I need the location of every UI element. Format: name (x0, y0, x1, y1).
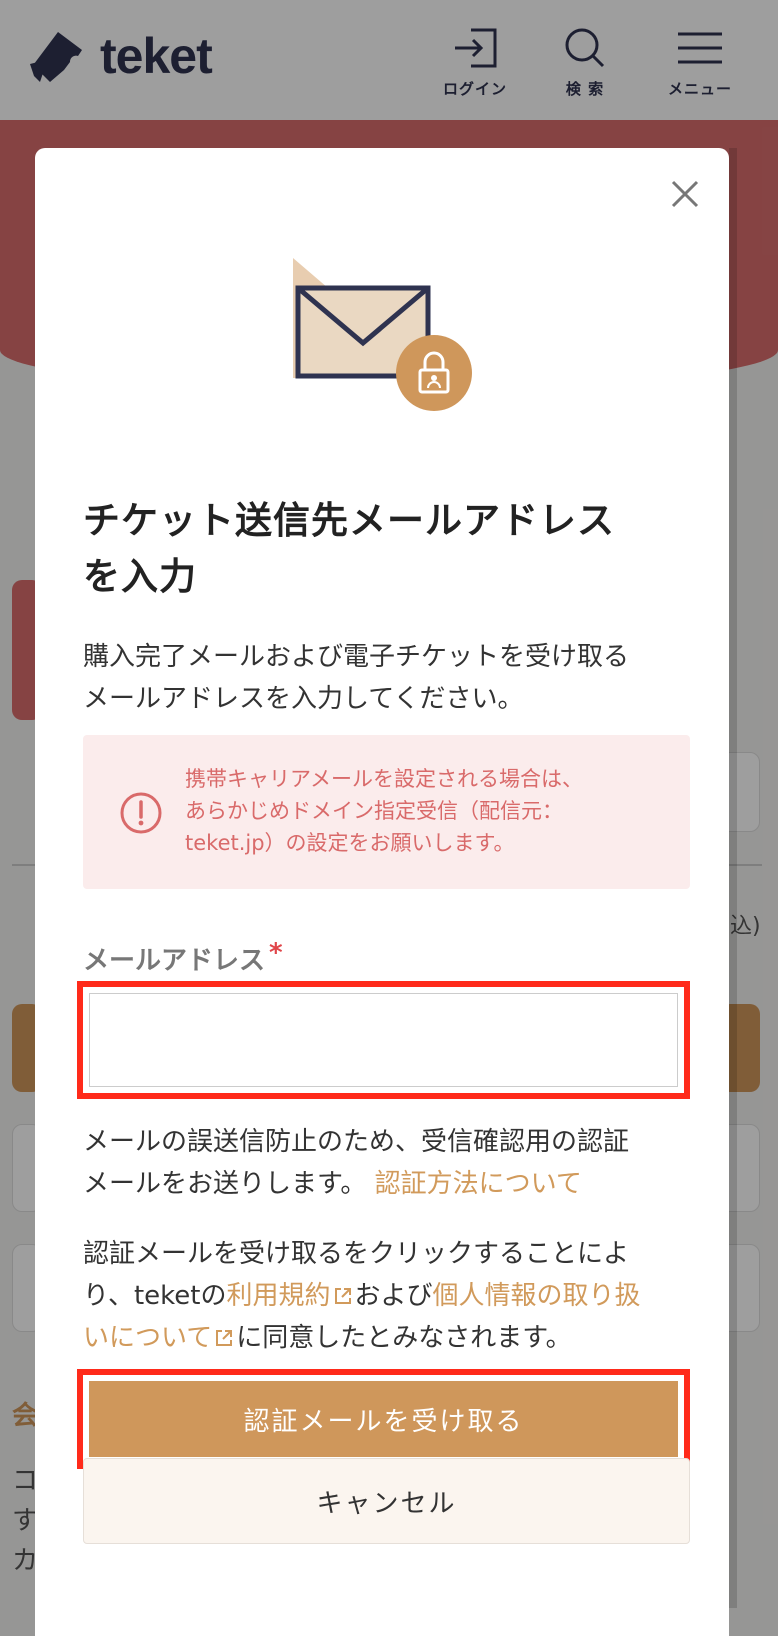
receive-verification-email-button[interactable]: 認証メールを受け取る (89, 1381, 678, 1457)
email-modal: チケット送信先メールアドレス を入力 購入完了メールおよび電子チケットを受け取る… (35, 148, 729, 1636)
email-field-label: メールアドレス * (83, 938, 283, 977)
email-input-highlight (77, 981, 690, 1099)
external-link-icon (334, 1288, 351, 1304)
description-line: メールアドレスを入力してください。 (83, 684, 524, 714)
modal-title: チケット送信先メールアドレス を入力 (83, 493, 683, 605)
cancel-button[interactable]: キャンセル (83, 1458, 690, 1544)
notice-line: あらかじめドメイン指定受信（配信元： (185, 799, 563, 823)
verification-info: メールの誤送信防止のため、受信確認用の認証 メールをお送りします。 認証方法につ… (83, 1121, 683, 1205)
terms-link-text: 利用規約 (226, 1281, 331, 1311)
info-line-text: メールをお送りします。 (83, 1169, 367, 1199)
email-input[interactable] (89, 993, 678, 1087)
external-link-icon (216, 1330, 233, 1346)
close-icon (671, 180, 699, 208)
notice-line: 携帯キャリアメールを設定される場合は、 (185, 767, 583, 791)
privacy-policy-link-part[interactable]: 個人情報の取り扱 (433, 1281, 641, 1311)
terms-line: いについて に同意したとみなされます。 (83, 1317, 683, 1359)
privacy-link-text: いについて (83, 1323, 213, 1353)
terms-of-service-link[interactable]: 利用規約 (226, 1281, 354, 1311)
title-line: チケット送信先メールアドレス (83, 499, 615, 542)
modal-description: 購入完了メールおよび電子チケットを受け取る メールアドレスを入力してください。 (83, 636, 683, 720)
modal-shadow (729, 148, 737, 1608)
description-line: 購入完了メールおよび電子チケットを受け取る (83, 642, 630, 672)
terms-text: および (354, 1281, 433, 1311)
mail-lock-icon (293, 258, 472, 411)
privacy-policy-link[interactable]: いについて (83, 1323, 236, 1353)
terms-line: 認証メールを受け取るをクリックすることによ (83, 1239, 630, 1269)
info-line: メールをお送りします。 認証方法について (83, 1163, 683, 1205)
verification-method-link[interactable]: 認証方法について (375, 1169, 582, 1199)
close-button[interactable] (667, 176, 703, 212)
required-mark: * (269, 938, 283, 968)
terms-text: に同意したとみなされます。 (236, 1323, 572, 1353)
info-line: メールの誤送信防止のため、受信確認用の認証 (83, 1127, 630, 1157)
alert-circle-icon (120, 792, 162, 834)
email-label-text: メールアドレス (83, 946, 266, 976)
notice-line: teket.jp）の設定をお願いします。 (185, 831, 515, 855)
title-line: を入力 (83, 555, 197, 598)
terms-text: り、teketの (83, 1281, 227, 1311)
terms-line: り、teketの利用規約 および個人情報の取り扱 (83, 1275, 683, 1317)
terms-agreement: 認証メールを受け取るをクリックすることによ り、teketの利用規約 および個人情… (83, 1233, 683, 1359)
carrier-mail-notice: 携帯キャリアメールを設定される場合は、 あらかじめドメイン指定受信（配信元： t… (83, 735, 690, 889)
primary-button-highlight: 認証メールを受け取る (77, 1369, 690, 1469)
notice-text: 携帯キャリアメールを設定される場合は、 あらかじめドメイン指定受信（配信元： t… (185, 763, 665, 859)
